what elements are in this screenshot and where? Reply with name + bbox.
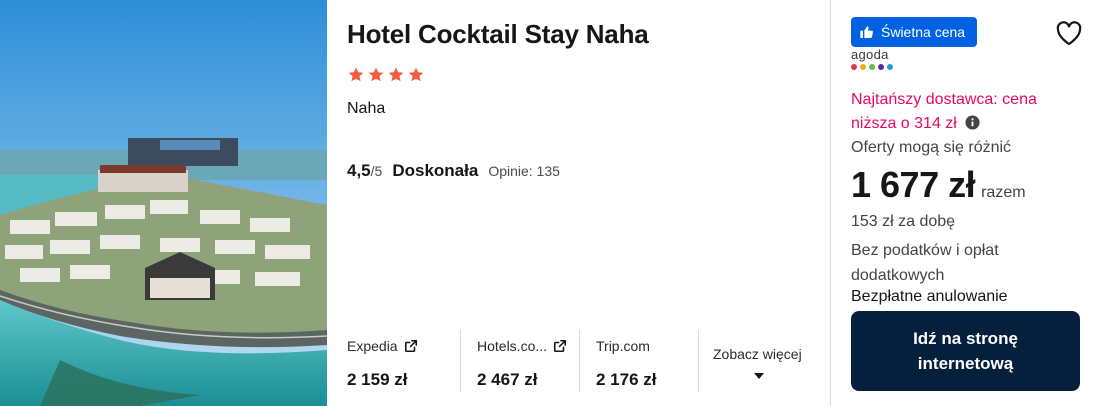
heart-icon[interactable] bbox=[1055, 20, 1083, 46]
total-price: 1 677 zł razem bbox=[851, 164, 1026, 206]
provider-price: 2 159 zł bbox=[347, 370, 408, 389]
hotel-photo[interactable] bbox=[0, 0, 327, 406]
hotel-name[interactable]: Hotel Cocktail Stay Naha bbox=[347, 19, 649, 50]
provider-name: Hotels.co... bbox=[477, 338, 548, 354]
provider-logo-text: agoda bbox=[851, 47, 889, 62]
provider-hotels-com[interactable]: Hotels.co... 2 467 zł bbox=[460, 330, 579, 392]
guest-rating: 4,5 /5 Doskonała Opinie: 135 bbox=[347, 161, 560, 181]
rating-score: 4,5 bbox=[347, 161, 371, 180]
price-amount: 1 677 zł bbox=[851, 164, 976, 205]
provider-prices: Expedia 2 159 zł Hotels.co... 2 467 zł T… bbox=[327, 330, 830, 406]
star-icon bbox=[388, 67, 404, 82]
cheapest-text: Najtańszy dostawca: cena niższa o 314 zł bbox=[851, 91, 1037, 132]
provider-price: 2 176 zł bbox=[596, 370, 657, 389]
rating-max: /5 bbox=[370, 163, 383, 179]
hotel-city: Naha bbox=[347, 100, 386, 117]
cheapest-provider-note: Najtańszy dostawca: cena niższa o 314 zł bbox=[851, 88, 1081, 136]
offers-vary-note: Oferty mogą się różnić bbox=[851, 139, 1012, 156]
rating-word: Doskonała bbox=[392, 161, 479, 180]
review-count[interactable]: Opinie: 135 bbox=[488, 163, 560, 179]
provider-price: 2 467 zł bbox=[477, 370, 538, 389]
caret-down-icon bbox=[754, 373, 764, 379]
go-to-site-button[interactable]: Idź na stronę internetową bbox=[851, 311, 1080, 391]
great-price-badge: Świetna cena bbox=[851, 17, 978, 47]
taxes-note: Bez podatków i opłat dodatkowych bbox=[851, 242, 999, 284]
external-link-icon bbox=[553, 339, 567, 353]
star-rating bbox=[347, 66, 425, 84]
star-icon bbox=[408, 67, 424, 82]
price-per-night: 153 zł za dobę bbox=[851, 213, 956, 230]
hotel-card: Hotel Cocktail Stay Naha Naha 4,5 /5 Dos… bbox=[0, 0, 1094, 406]
star-icon bbox=[348, 67, 364, 82]
provider-name: Trip.com bbox=[596, 338, 650, 354]
hotel-info: Hotel Cocktail Stay Naha Naha 4,5 /5 Dos… bbox=[327, 0, 830, 406]
star-icon bbox=[368, 67, 384, 82]
info-icon[interactable] bbox=[965, 115, 980, 130]
agoda-logo: agoda bbox=[851, 47, 893, 70]
see-more-label: Zobacz więcej bbox=[713, 346, 802, 362]
provider-name: Expedia bbox=[347, 338, 398, 354]
thumbs-up-icon bbox=[860, 26, 873, 39]
deal-panel: Świetna cena agoda Najtańszy dostawca: c… bbox=[830, 0, 1094, 406]
see-more-button[interactable]: Zobacz więcej bbox=[698, 330, 830, 392]
external-link-icon bbox=[404, 339, 417, 353]
badge-label: Świetna cena bbox=[881, 24, 966, 40]
provider-expedia[interactable]: Expedia 2 159 zł bbox=[327, 330, 460, 392]
price-unit: razem bbox=[981, 184, 1026, 201]
provider-trip-com[interactable]: Trip.com 2 176 zł bbox=[579, 330, 698, 392]
free-cancellation: Bezpłatne anulowanie bbox=[851, 288, 1008, 305]
